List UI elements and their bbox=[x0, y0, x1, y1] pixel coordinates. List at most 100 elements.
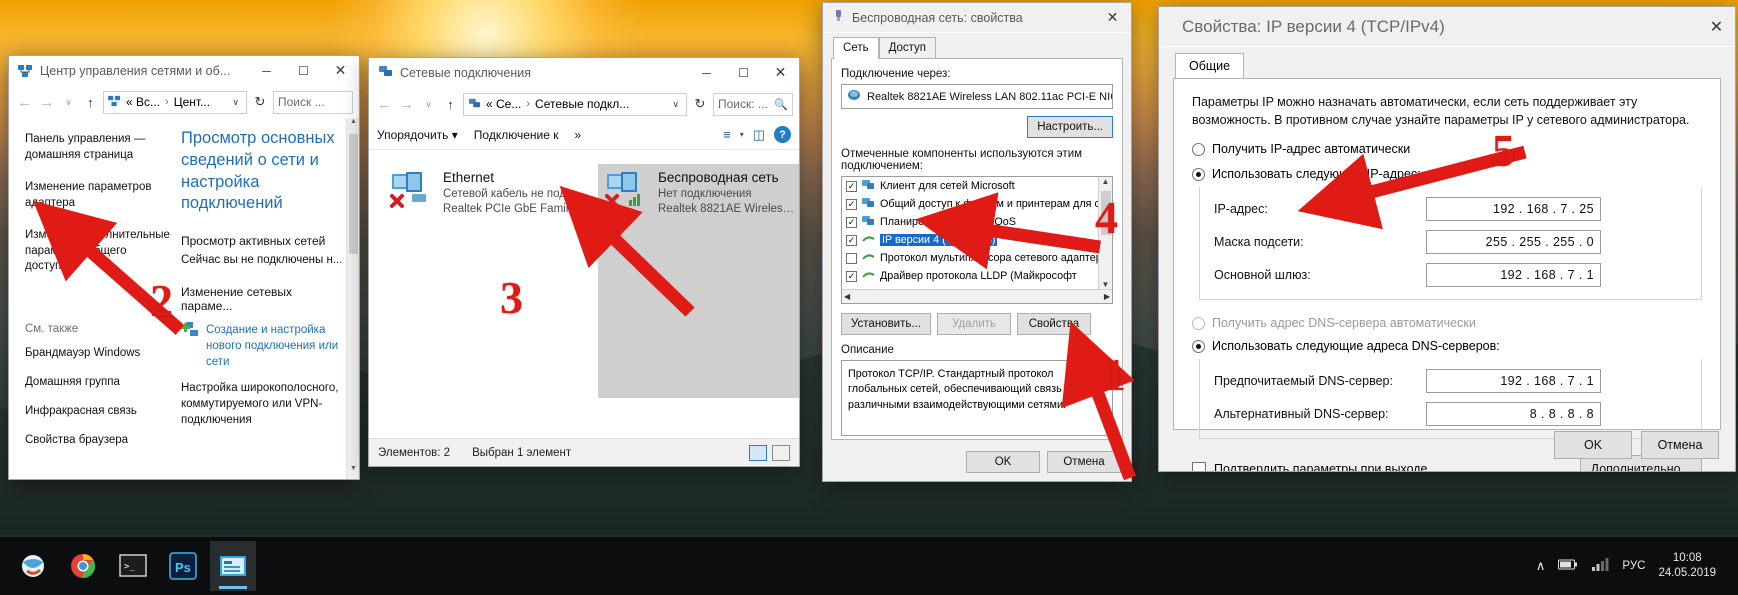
scroll-up-arrow[interactable]: ▲ bbox=[347, 118, 359, 132]
components-list[interactable]: ✓ Клиент для сетей Microsoft ✓ Общий дос… bbox=[841, 176, 1113, 304]
tab-network[interactable]: Сеть bbox=[833, 37, 879, 59]
minimize-button[interactable]: ─ bbox=[248, 56, 285, 85]
search-input[interactable]: Поиск ... bbox=[273, 90, 353, 114]
window-ipv4-properties[interactable]: Свойства: IP версии 4 (TCP/IPv4) ✕ Общие… bbox=[1158, 6, 1736, 472]
vertical-scrollbar[interactable]: ▲ ▼ bbox=[346, 118, 359, 479]
checkbox-checked-icon[interactable]: ✓ bbox=[846, 180, 857, 192]
organize-button[interactable]: Упорядочить ▾ bbox=[377, 128, 458, 142]
overflow-button[interactable]: » bbox=[574, 128, 581, 142]
window-network-connections[interactable]: Сетевые подключения ─ ☐ ✕ ← → ∨ ↑ « Се..… bbox=[368, 57, 800, 467]
maximize-button[interactable]: ☐ bbox=[725, 58, 762, 87]
scroll-left-arrow[interactable]: ◀ bbox=[844, 292, 850, 301]
search-input[interactable]: Поиск: ... 🔍 bbox=[713, 92, 793, 116]
sidebar-item-advanced-sharing-settings[interactable]: Изменить дополнительные параметры общего… bbox=[25, 228, 171, 275]
chevron-down-icon[interactable]: ∨ bbox=[667, 99, 684, 110]
taskbar-explorer-icon[interactable] bbox=[210, 541, 256, 591]
titlebar-ipv4-properties[interactable]: Свойства: IP версии 4 (TCP/IPv4) ✕ bbox=[1159, 7, 1735, 47]
configure-button[interactable]: Настроить... bbox=[1027, 116, 1113, 138]
taskbar-browser-globe-icon[interactable] bbox=[10, 541, 56, 591]
checkbox-unchecked-icon[interactable] bbox=[846, 252, 857, 264]
back-button[interactable]: ← bbox=[15, 94, 34, 111]
see-also-infrared[interactable]: Инфракрасная связь bbox=[25, 405, 171, 417]
radio-use-following-ip[interactable]: Использовать следующий IP-адрес: bbox=[1192, 167, 1702, 181]
ok-button[interactable]: OK bbox=[966, 451, 1040, 473]
scrollbar-thumb[interactable] bbox=[349, 134, 358, 254]
tab-general[interactable]: Общие bbox=[1175, 53, 1245, 79]
properties-button[interactable]: Свойства bbox=[1016, 313, 1091, 335]
component-row[interactable]: ✓ Драйвер протокола LLDP (Майкрософт bbox=[842, 267, 1112, 285]
breadcrumb-2[interactable]: Цент... bbox=[174, 95, 210, 109]
see-also-homegroup[interactable]: Домашняя группа bbox=[25, 376, 171, 388]
component-row-ipv4[interactable]: ✓ IP версии 4 (TCP/IPv4) bbox=[842, 231, 1112, 249]
maximize-button[interactable]: ☐ bbox=[285, 56, 322, 85]
tiles-view-button[interactable] bbox=[772, 444, 790, 461]
tab-sharing[interactable]: Доступ bbox=[878, 37, 937, 59]
checkbox-checked-icon[interactable]: ✓ bbox=[846, 270, 857, 282]
up-button[interactable]: ↑ bbox=[81, 95, 100, 110]
close-button[interactable]: ✕ bbox=[1094, 3, 1131, 32]
breadcrumb-2[interactable]: Сетевые подкл... bbox=[535, 97, 629, 111]
help-icon[interactable]: ? bbox=[774, 126, 791, 143]
tray-battery-icon[interactable] bbox=[1558, 558, 1578, 574]
breadcrumb-1[interactable]: « Се... bbox=[486, 97, 521, 111]
cancel-button[interactable]: Отмена bbox=[1047, 451, 1121, 473]
taskbar-clock[interactable]: 10:08 24.05.2019 bbox=[1658, 551, 1716, 581]
radio-obtain-ip-automatically[interactable]: Получить IP-адрес автоматически bbox=[1192, 142, 1702, 156]
scroll-right-arrow[interactable]: ▶ bbox=[1104, 292, 1110, 301]
see-also-browser-properties[interactable]: Свойства браузера bbox=[25, 434, 171, 446]
scroll-down-arrow[interactable]: ▼ bbox=[347, 465, 359, 479]
task-new-connection[interactable]: Создание и настройка нового подключения … bbox=[181, 321, 345, 370]
window-wireless-properties[interactable]: Беспроводная сеть: свойства ✕ Сеть Досту… bbox=[822, 2, 1132, 482]
validate-settings-checkbox-row[interactable]: Подтвердить параметры при выходе bbox=[1192, 462, 1428, 471]
radio-use-following-dns[interactable]: Использовать следующие адреса DNS-сервер… bbox=[1192, 339, 1702, 353]
view-caret-icon[interactable]: ▾ bbox=[740, 130, 744, 139]
checkbox-checked-icon[interactable]: ✓ bbox=[846, 234, 857, 246]
close-button[interactable]: ✕ bbox=[762, 58, 799, 87]
checkbox-checked-icon[interactable]: ✓ bbox=[846, 198, 857, 210]
component-row[interactable]: Протокол мультиплексора сетевого адаптер… bbox=[842, 249, 1112, 267]
titlebar-network-sharing-center[interactable]: Центр управления сетями и об... ─ ☐ ✕ bbox=[9, 56, 359, 86]
default-gateway-input[interactable]: 192 . 168 . 7 . 1 bbox=[1426, 263, 1601, 288]
titlebar-network-connections[interactable]: Сетевые подключения ─ ☐ ✕ bbox=[369, 58, 799, 88]
connection-tile-ethernet[interactable]: Ethernet Сетевой кабель не подк... Realt… bbox=[383, 164, 588, 398]
address-bar[interactable]: « Вс... › Цент... ∨ bbox=[103, 90, 247, 114]
recent-locations-button[interactable]: ∨ bbox=[419, 99, 438, 110]
taskbar-chrome-icon[interactable] bbox=[60, 541, 106, 591]
subnet-mask-input[interactable]: 255 . 255 . 255 . 0 bbox=[1426, 230, 1601, 255]
components-vertical-scrollbar[interactable]: ▲ ▼ bbox=[1098, 177, 1112, 303]
address-bar[interactable]: « Се... › Сетевые подкл... ∨ bbox=[463, 92, 687, 116]
close-button[interactable]: ✕ bbox=[1698, 7, 1735, 46]
up-button[interactable]: ↑ bbox=[441, 97, 460, 112]
tray-chevron-up-icon[interactable]: ∧ bbox=[1536, 558, 1546, 574]
component-row[interactable]: ✓ Общий доступ к файлам и принтерам для … bbox=[842, 195, 1112, 213]
see-also-firewall[interactable]: Брандмауэр Windows bbox=[25, 347, 171, 359]
breadcrumb-1[interactable]: « Вс... bbox=[126, 95, 160, 109]
connection-tile-wireless[interactable]: Беспроводная сеть Нет подключения Realte… bbox=[598, 164, 799, 398]
tray-language-indicator[interactable]: РУС bbox=[1622, 560, 1645, 572]
details-view-button[interactable] bbox=[749, 444, 767, 461]
radio-icon-selected[interactable] bbox=[1192, 339, 1205, 353]
component-row[interactable]: ✓ Клиент для сетей Microsoft bbox=[842, 177, 1112, 195]
taskbar-terminal-icon[interactable]: >_ bbox=[110, 541, 156, 591]
alternate-dns-input[interactable]: 8 . 8 . 8 . 8 bbox=[1426, 402, 1601, 427]
chevron-down-icon[interactable]: ∨ bbox=[227, 97, 244, 108]
cancel-button[interactable]: Отмена bbox=[1641, 431, 1719, 459]
window-network-sharing-center[interactable]: Центр управления сетями и об... ─ ☐ ✕ ← … bbox=[8, 55, 360, 480]
preferred-dns-input[interactable]: 192 . 168 . 7 . 1 bbox=[1426, 369, 1601, 394]
radio-obtain-dns-automatically[interactable]: Получить адрес DNS-сервера автоматически bbox=[1192, 316, 1702, 330]
forward-button[interactable]: → bbox=[37, 94, 56, 111]
component-row[interactable]: ✓ Планировщик пакетов QoS bbox=[842, 213, 1112, 231]
connect-to-button[interactable]: Подключение к bbox=[474, 128, 559, 142]
view-options-icon[interactable]: ≡ bbox=[723, 127, 731, 142]
close-button[interactable]: ✕ bbox=[322, 56, 359, 85]
ok-button[interactable]: OK bbox=[1554, 431, 1632, 459]
titlebar-wireless-properties[interactable]: Беспроводная сеть: свойства ✕ bbox=[823, 3, 1131, 33]
radio-icon[interactable] bbox=[1192, 316, 1205, 330]
checkbox-unchecked-icon[interactable] bbox=[1192, 462, 1206, 471]
sidebar-item-control-panel-home[interactable]: Панель управления — домашняя страница bbox=[25, 132, 171, 163]
install-button[interactable]: Установить... bbox=[841, 313, 931, 335]
radio-icon-selected[interactable] bbox=[1192, 167, 1205, 181]
recent-locations-button[interactable]: ∨ bbox=[59, 97, 78, 108]
refresh-icon[interactable]: ↻ bbox=[690, 96, 710, 112]
preview-pane-icon[interactable]: ◫ bbox=[753, 127, 765, 143]
